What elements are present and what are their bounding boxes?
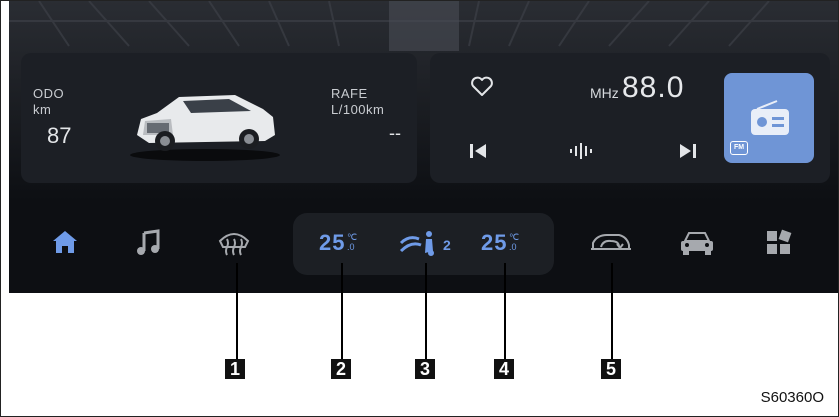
climate-panel: 25 ℃ .0 2 25 ℃ .0 [293, 213, 554, 275]
music-icon[interactable] [135, 229, 161, 257]
callout-line-4 [504, 263, 506, 359]
callout-line-2 [341, 263, 343, 359]
left-temp-value: 25 [319, 230, 346, 255]
odo-label: ODO [33, 86, 65, 101]
rafe-value: -- [389, 123, 401, 143]
home-icon[interactable] [51, 229, 79, 255]
left-temperature-control[interactable]: 25 ℃ .0 [319, 227, 369, 261]
defrost-icon[interactable] [217, 229, 251, 257]
heart-icon[interactable] [470, 75, 494, 97]
odo-unit: km [33, 102, 52, 117]
media-card[interactable]: MHz 88.0 FM [430, 53, 830, 183]
recirculation-icon[interactable] [589, 231, 633, 255]
fm-badge: FM [730, 141, 748, 155]
callout-line-5 [611, 263, 613, 359]
vehicle-image [130, 95, 280, 161]
left-temp-decimal: .0 [347, 242, 355, 252]
callout-label-2: 2 [331, 359, 351, 379]
rafe-label: RAFE [331, 86, 368, 101]
figure-frame: ODO km 87 RAFE L/100km -- MHz 88.0 FM 25… [0, 0, 839, 417]
bottom-dock: 25 ℃ .0 2 25 ℃ .0 [9, 197, 838, 293]
frequency-unit: MHz [590, 85, 619, 101]
callout-label-4: 4 [494, 359, 514, 379]
callout-label-5: 5 [601, 359, 621, 379]
next-icon[interactable] [678, 141, 698, 161]
fan-airflow-icon [399, 231, 434, 256]
callout-line-1 [236, 263, 238, 359]
callout-label-1: 1 [225, 359, 245, 379]
car-icon[interactable] [679, 229, 715, 257]
figure-code: S60360O [760, 389, 824, 406]
previous-icon[interactable] [468, 141, 488, 161]
frequency-value: 88.0 [622, 71, 685, 104]
fan-control[interactable]: 2 [399, 225, 459, 261]
infotainment-screen: ODO km 87 RAFE L/100km -- MHz 88.0 FM 25… [9, 1, 838, 293]
equalizer-icon[interactable] [568, 141, 598, 161]
right-temp-value: 25 [481, 230, 508, 255]
right-temp-decimal: .0 [509, 242, 517, 252]
radio-icon [751, 100, 789, 135]
right-temperature-control[interactable]: 25 ℃ .0 [481, 227, 531, 261]
vehicle-info-card[interactable]: ODO km 87 RAFE L/100km -- [21, 53, 417, 183]
apps-icon[interactable] [765, 229, 793, 257]
rafe-unit: L/100km [331, 102, 385, 117]
callout-line-3 [425, 263, 427, 359]
callout-label-3: 3 [415, 359, 435, 379]
odo-value: 87 [47, 123, 72, 148]
radio-source-tile[interactable]: FM [724, 73, 814, 163]
left-temp-unit: ℃ [347, 232, 358, 242]
fan-level: 2 [443, 237, 452, 253]
right-temp-unit: ℃ [509, 232, 520, 242]
